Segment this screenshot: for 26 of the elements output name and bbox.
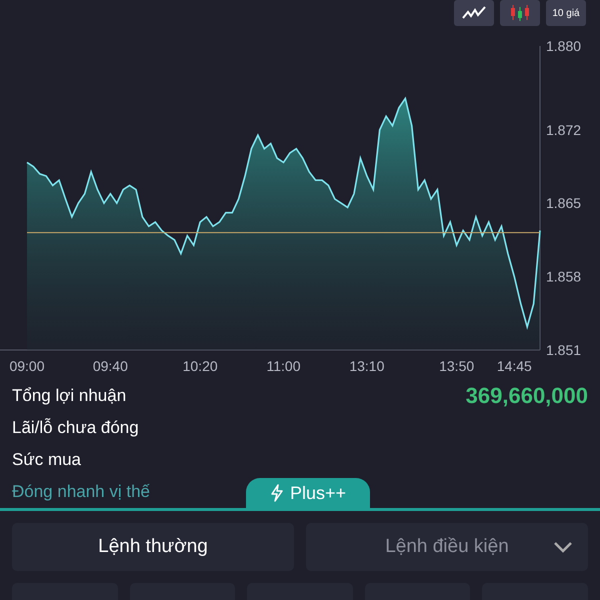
order-type-tab[interactable]: Lệnh điều kiện: [306, 523, 588, 571]
price-levels-button[interactable]: 10 giá: [546, 0, 586, 26]
summary-label: Lãi/lỗ chưa đóng: [12, 418, 139, 438]
plus-tab[interactable]: Plus++: [246, 478, 370, 508]
x-tick-label: 13:10: [349, 358, 384, 374]
y-tick-label: 1.872: [546, 122, 582, 138]
y-tick-label: 1.851: [546, 342, 582, 358]
candlestick-icon: [509, 4, 531, 22]
line-chart-button[interactable]: [454, 0, 494, 26]
summary-value: 369,660,000: [466, 383, 588, 409]
summary-label: Tổng lợi nhuận: [12, 386, 126, 406]
summary-label: Sức mua: [12, 450, 82, 470]
x-tick-label: 10:20: [182, 358, 218, 374]
x-tick-label: 13:50: [439, 358, 474, 374]
y-tick-label: 1.858: [546, 268, 582, 285]
lightning-icon: [270, 484, 284, 502]
order-type-tab[interactable]: Lệnh thường: [12, 523, 294, 571]
line-chart-icon: [461, 5, 487, 21]
x-tick-label: 14:45: [496, 358, 532, 374]
y-tick-label: 1.880: [546, 38, 582, 54]
x-tick-label: 11:00: [266, 358, 300, 374]
y-tick-label: 1.865: [546, 195, 582, 212]
candlestick-button[interactable]: [500, 0, 540, 26]
close-positions-link[interactable]: Đóng nhanh vị thế: [12, 482, 150, 502]
x-tick-label: 09:00: [9, 358, 45, 374]
x-tick-label: 09:40: [92, 358, 128, 374]
